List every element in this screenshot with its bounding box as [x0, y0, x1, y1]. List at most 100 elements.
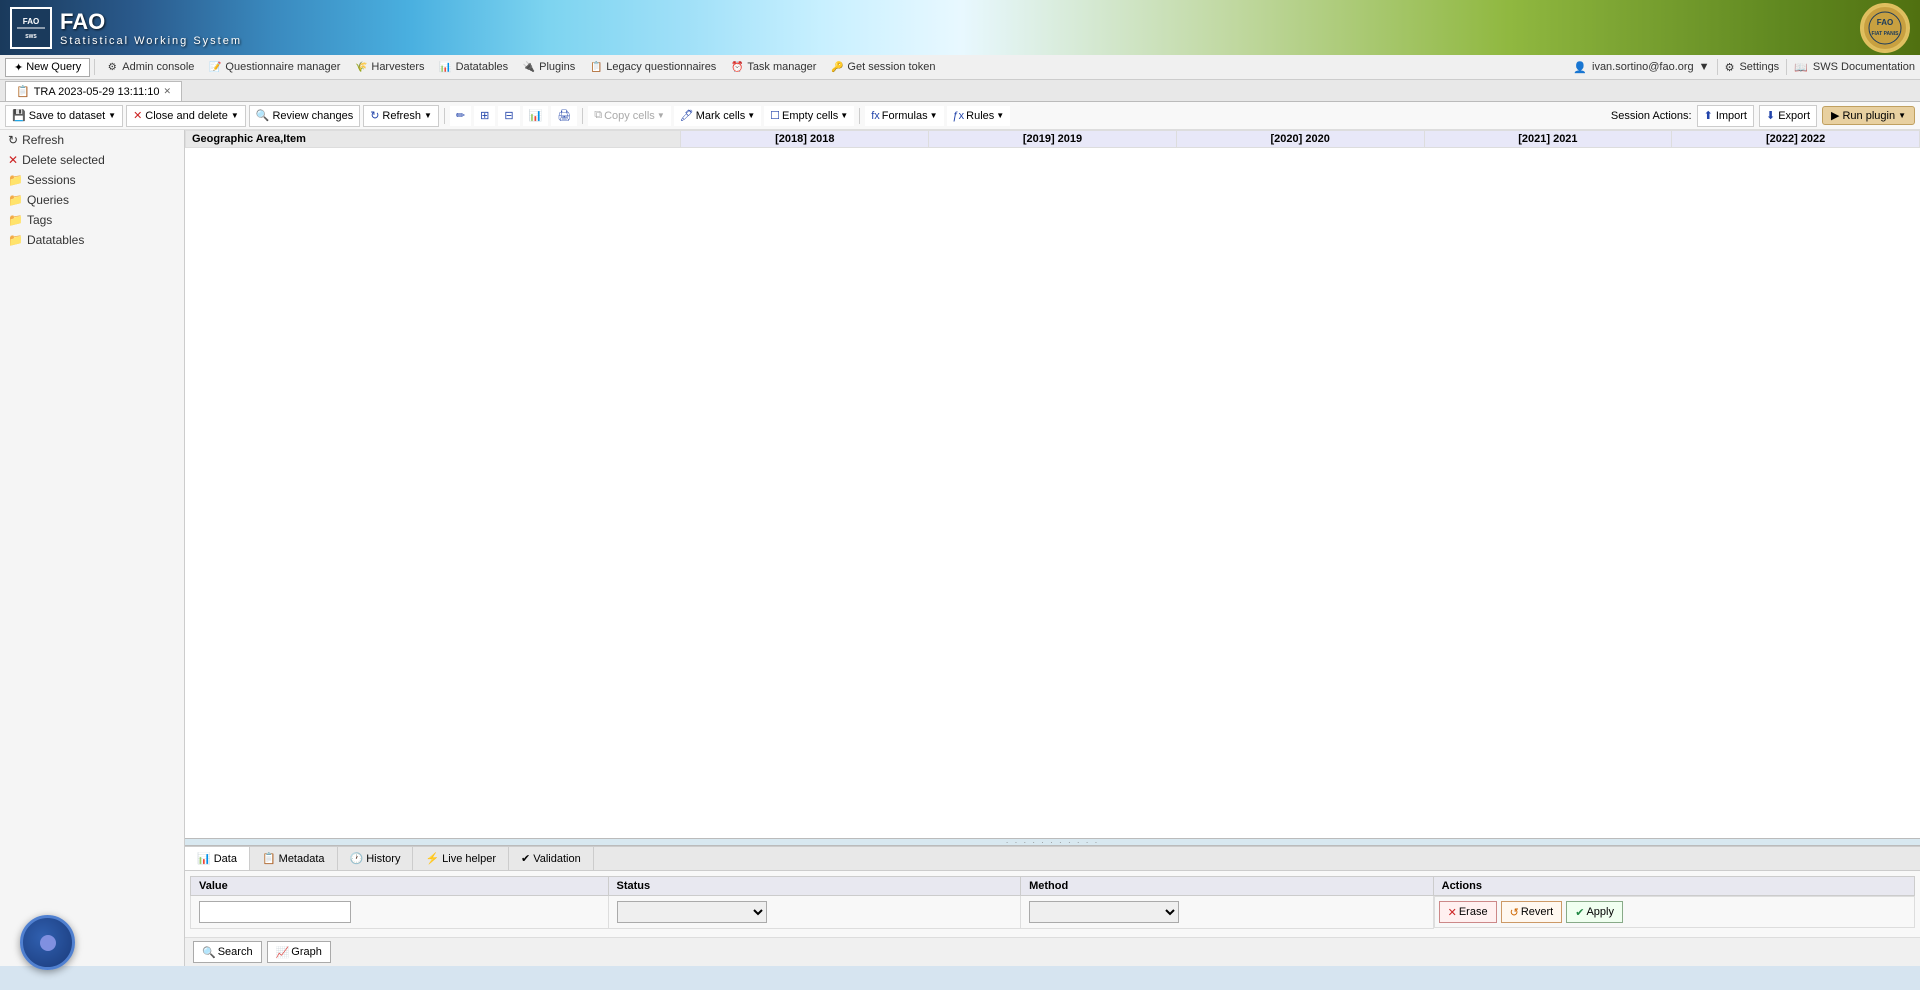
sidebar-queries-label: Queries: [27, 193, 69, 207]
empty-icon: ☐: [770, 109, 780, 122]
formula-dropdown-arrow[interactable]: ▼: [930, 111, 938, 120]
status-select[interactable]: [617, 901, 767, 923]
questionnaire-manager-nav[interactable]: 📝 Questionnaire manager: [202, 58, 346, 76]
tab-close-button[interactable]: ✕: [163, 86, 171, 97]
refresh-small-icon: ↻: [8, 133, 18, 147]
graph-button[interactable]: 📈 Graph: [267, 941, 331, 963]
sidebar-refresh[interactable]: ↻ Refresh: [0, 130, 184, 150]
close-and-delete-button[interactable]: ✕ Close and delete ▼: [126, 105, 246, 127]
print-icon: 🖨: [557, 109, 571, 122]
tab-data[interactable]: 📊 Data: [185, 847, 250, 870]
empty-cells-button[interactable]: ☐ Empty cells ▼: [764, 106, 854, 126]
review-changes-button[interactable]: 🔍 Review changes: [249, 105, 360, 127]
spreadsheet[interactable]: Geographic Area,Item [2018] 2018 [2019] …: [185, 130, 1920, 838]
token-icon: 🔑: [830, 60, 844, 74]
main-container: ↻ Refresh ✕ Delete selected 📁 Sessions 📁…: [0, 130, 1920, 966]
tab-label: TRA 2023-05-29 13:11:10: [34, 86, 160, 98]
tab-metadata[interactable]: 📋 Metadata: [250, 847, 338, 870]
erase-button[interactable]: ✕ Erase: [1439, 901, 1497, 923]
mark-cells-button[interactable]: 🖊 Mark cells ▼: [674, 106, 761, 126]
rules-button[interactable]: ƒx Rules ▼: [947, 106, 1011, 126]
import-icon: ⬆: [1704, 109, 1713, 122]
validation-tab-icon: ✔: [521, 852, 530, 865]
data-table: Geographic Area,Item [2018] 2018 [2019] …: [185, 130, 1920, 148]
resize-handle[interactable]: · · · · · · · · · · ·: [185, 838, 1920, 846]
run-dropdown-arrow[interactable]: ▼: [1898, 111, 1906, 120]
action-bar: 💾 Save to dataset ▼ ✕ Close and delete ▼…: [0, 102, 1920, 130]
export-icon: ⬇: [1766, 109, 1775, 122]
legacy-questionnaires-nav[interactable]: 📋 Legacy questionnaires: [583, 58, 722, 76]
empty-dropdown-arrow[interactable]: ▼: [840, 111, 848, 120]
print-icon-btn[interactable]: 🖨: [551, 106, 577, 126]
tab-live-helper[interactable]: ⚡ Live helper: [413, 847, 509, 870]
harvesters-nav[interactable]: 🌾 Harvesters: [348, 58, 430, 76]
plugins-nav[interactable]: 🔌 Plugins: [516, 58, 581, 76]
close-icon: ✕: [133, 109, 142, 122]
rules-dropdown-arrow[interactable]: ▼: [996, 111, 1004, 120]
copy-dropdown-arrow[interactable]: ▼: [657, 111, 665, 120]
app-title: FAO Statistical Working System: [60, 9, 242, 47]
chart-icon-btn[interactable]: 📊: [523, 106, 549, 126]
grid-icon-btn[interactable]: ⊟: [498, 106, 519, 126]
folder-icon-queries: 📁: [8, 193, 23, 207]
fao-circle-button[interactable]: [20, 915, 75, 970]
col-header-2020: [2020] 2020: [1176, 131, 1424, 148]
tab-validation[interactable]: ✔ Validation: [509, 847, 594, 870]
sidebar-delete[interactable]: ✕ Delete selected: [0, 150, 184, 170]
sidebar-item-queries[interactable]: 📁 Queries: [0, 190, 184, 210]
revert-button[interactable]: ↺ Revert: [1501, 901, 1563, 923]
copy-icon: ⧉: [594, 109, 602, 122]
table-icon-btn[interactable]: ⊞: [474, 106, 495, 126]
edit-icon-btn[interactable]: ✏: [450, 106, 471, 126]
sws-doc-icon: 📖: [1794, 61, 1808, 74]
new-query-button[interactable]: ✦ New Query: [5, 58, 90, 77]
import-button[interactable]: ⬆ Import: [1697, 105, 1754, 127]
run-plugin-button[interactable]: ▶ Run plugin ▼: [1822, 106, 1915, 125]
copy-cells-button[interactable]: ⧉ Copy cells ▼: [588, 106, 671, 126]
row-header-cell: Geographic Area,Item: [186, 131, 681, 148]
admin-console-nav[interactable]: ⚙ Admin console: [99, 58, 200, 76]
session-actions-label: Session Actions:: [1611, 110, 1692, 122]
refresh-icon: ↻: [370, 109, 379, 122]
table-icon: ⊞: [480, 109, 489, 122]
sws-doc-label[interactable]: SWS Documentation: [1813, 61, 1915, 73]
col-header-2019: [2019] 2019: [929, 131, 1177, 148]
datatables-nav[interactable]: 📊 Datatables: [433, 58, 515, 76]
close-dropdown-arrow[interactable]: ▼: [231, 111, 239, 120]
content-area: Geographic Area,Item [2018] 2018 [2019] …: [185, 130, 1920, 966]
export-button[interactable]: ⬇ Export: [1759, 105, 1817, 127]
formulas-button[interactable]: fx Formulas ▼: [865, 106, 943, 126]
actions-header: Actions: [1433, 877, 1914, 896]
bottom-data-row: ✕ Erase ↺ Revert ✔ Apply: [191, 896, 1915, 929]
value-input[interactable]: [199, 901, 351, 923]
sidebar-item-sessions[interactable]: 📁 Sessions: [0, 170, 184, 190]
task-icon: ⏰: [730, 60, 744, 74]
questionnaire-icon: 📝: [208, 60, 222, 74]
sidebar-item-datatables[interactable]: 📁 Datatables: [0, 230, 184, 250]
user-dropdown-arrow[interactable]: ▼: [1699, 61, 1710, 73]
task-manager-nav[interactable]: ⏰ Task manager: [724, 58, 822, 76]
settings-icon: ⚙: [1725, 61, 1735, 74]
tab-history[interactable]: 🕐 History: [338, 847, 414, 870]
save-to-dataset-button[interactable]: 💾 Save to dataset ▼: [5, 105, 123, 127]
sidebar-item-tags[interactable]: 📁 Tags: [0, 210, 184, 230]
sidebar-refresh-label: Refresh: [22, 133, 64, 147]
svg-text:SWS: SWS: [25, 34, 37, 40]
refresh-dropdown-arrow[interactable]: ▼: [424, 111, 432, 120]
apply-button[interactable]: ✔ Apply: [1566, 901, 1623, 923]
get-session-token-nav[interactable]: 🔑 Get session token: [824, 58, 941, 76]
main-tab[interactable]: 📋 TRA 2023-05-29 13:11:10 ✕: [5, 81, 182, 101]
sidebar-sessions-label: Sessions: [27, 173, 76, 187]
search-label: Search: [218, 946, 253, 958]
search-button[interactable]: 🔍 Search: [193, 941, 262, 963]
live-helper-tab-label: Live helper: [442, 853, 496, 865]
settings-label[interactable]: Settings: [1739, 61, 1779, 73]
new-query-icon: ✦: [14, 61, 23, 74]
plugins-icon: 🔌: [522, 60, 536, 74]
mark-dropdown-arrow[interactable]: ▼: [747, 111, 755, 120]
tab-bar: 📋 TRA 2023-05-29 13:11:10 ✕: [0, 80, 1920, 102]
save-dropdown-arrow[interactable]: ▼: [108, 111, 116, 120]
refresh-button[interactable]: ↻ Refresh ▼: [363, 105, 439, 127]
bottom-table: Value Status Method Actions: [190, 876, 1915, 929]
method-select[interactable]: [1029, 901, 1179, 923]
